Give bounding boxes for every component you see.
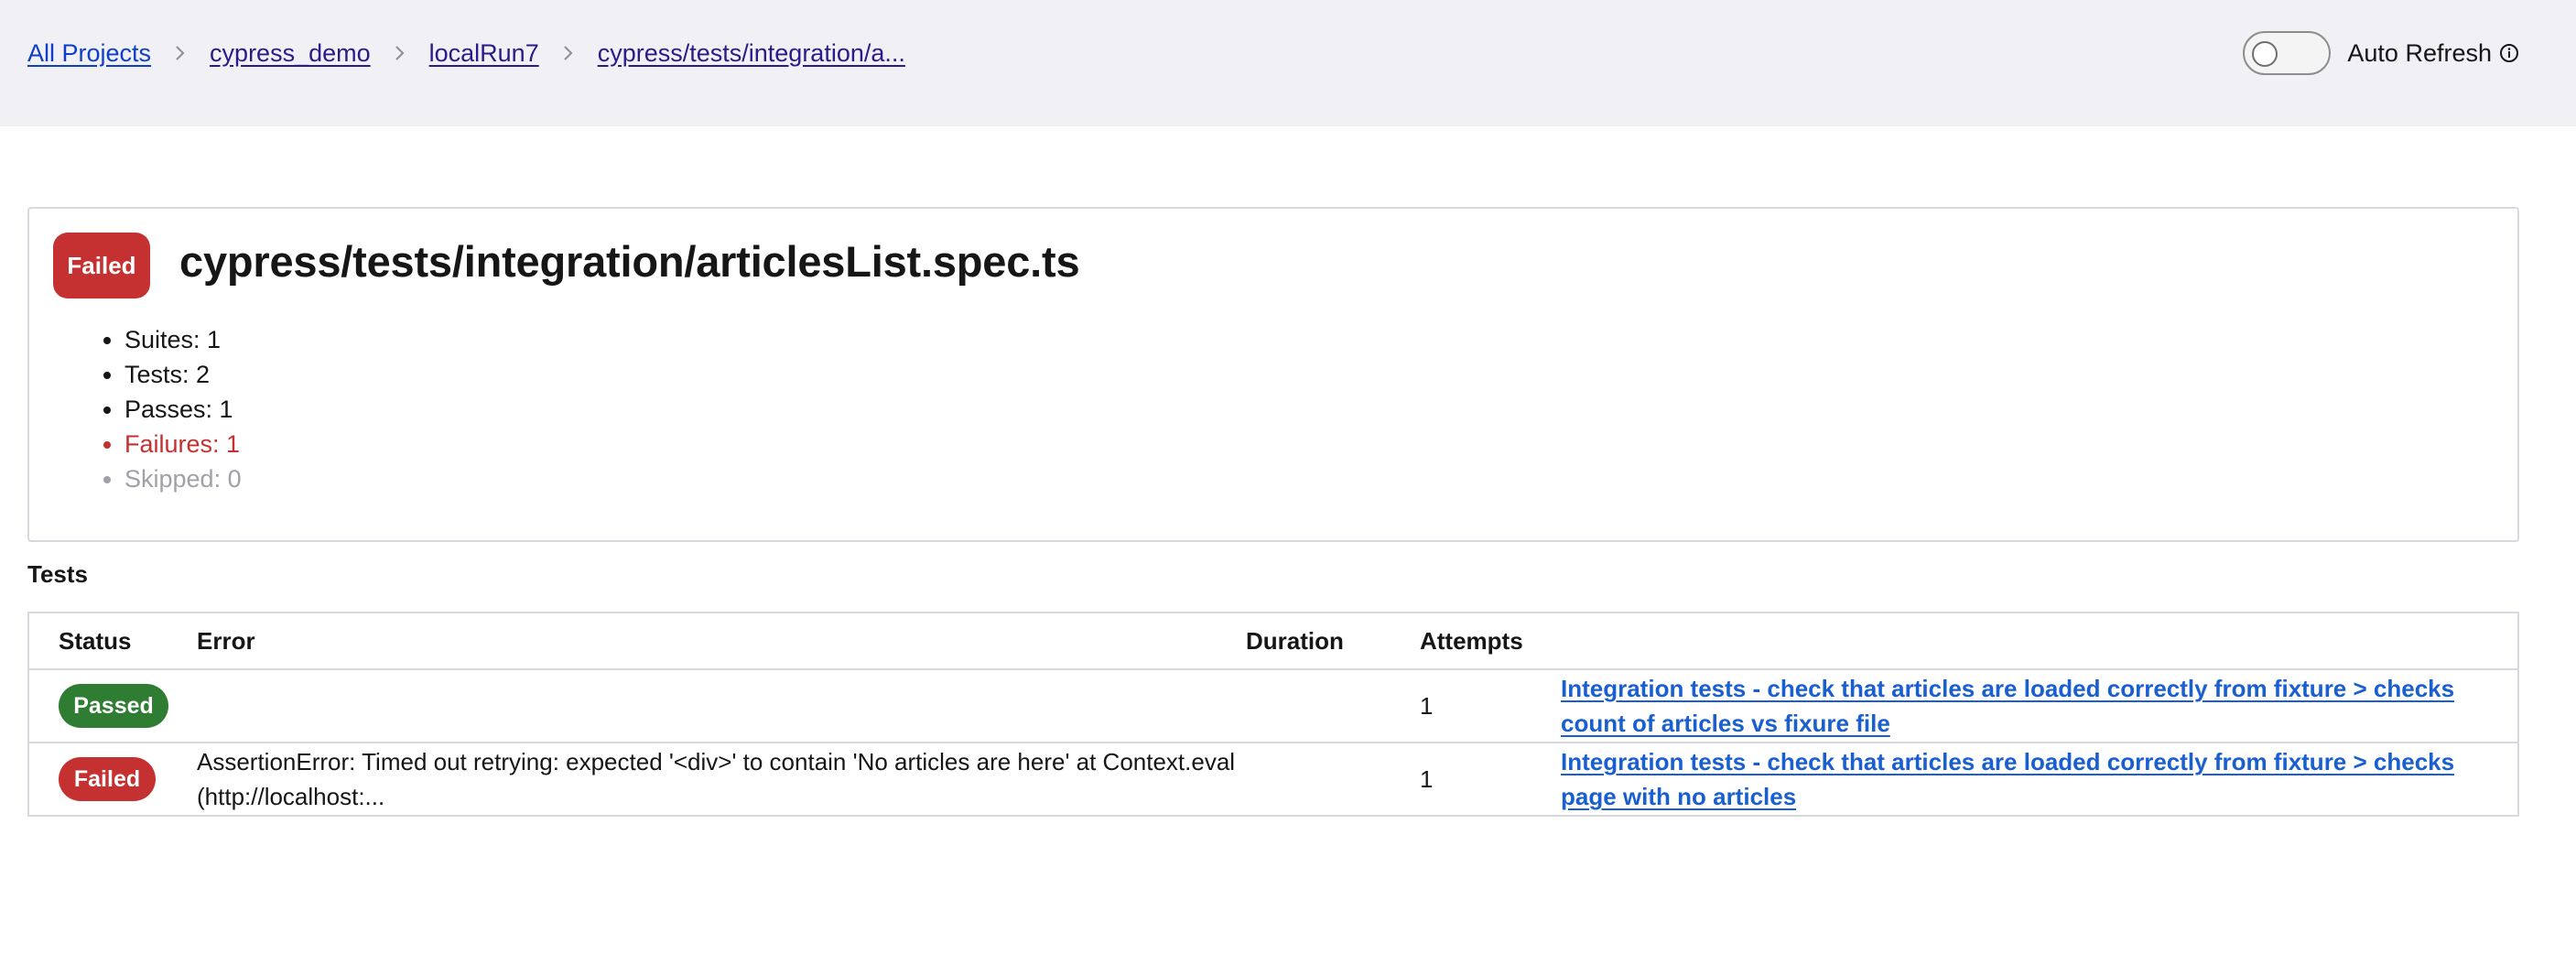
test-title-cell: Integration tests - check that articles … bbox=[1561, 669, 2518, 743]
column-header-status: Status bbox=[59, 626, 132, 655]
attempts-cell: 1 bbox=[1420, 692, 1434, 720]
stat-suites: Suites: 1 bbox=[124, 322, 242, 357]
status-badge-failed: Failed bbox=[59, 757, 156, 801]
auto-refresh-label: Auto Refresh bbox=[2347, 38, 2492, 67]
table-header-row: Status Error Duration Attempts bbox=[28, 613, 2518, 669]
chevron-right-icon bbox=[151, 44, 210, 62]
stat-skipped: Skipped: 0 bbox=[124, 461, 242, 496]
stat-passes: Passes: 1 bbox=[124, 392, 242, 427]
column-header-error: Error bbox=[197, 626, 255, 655]
spec-title: cypress/tests/integration/articlesList.s… bbox=[179, 237, 1080, 286]
chevron-right-icon bbox=[539, 44, 598, 62]
status-cell: Failed bbox=[28, 743, 197, 816]
breadcrumb: All Projects cypress_demo localRun7 cypr… bbox=[27, 35, 905, 71]
attempts-cell: 1 bbox=[1420, 765, 1434, 793]
breadcrumb-project[interactable]: cypress_demo bbox=[210, 39, 371, 68]
spec-status-badge: Failed bbox=[53, 233, 150, 298]
test-title-link[interactable]: Integration tests - check that articles … bbox=[1561, 675, 2454, 737]
spec-summary-card: Failed cypress/tests/integration/article… bbox=[27, 207, 2519, 542]
stat-tests: Tests: 2 bbox=[124, 357, 242, 392]
breadcrumb-spec[interactable]: cypress/tests/integration/a... bbox=[598, 39, 905, 68]
column-header-duration: Duration bbox=[1246, 626, 1344, 655]
breadcrumb-run[interactable]: localRun7 bbox=[429, 39, 539, 68]
status-cell: Passed bbox=[28, 669, 197, 743]
stat-failures: Failures: 1 bbox=[124, 427, 242, 461]
table-row: Failed AssertionError: Timed out retryin… bbox=[28, 743, 2518, 816]
error-cell: AssertionError: Timed out retrying: expe… bbox=[197, 748, 1236, 810]
tests-heading: Tests bbox=[27, 560, 88, 588]
chevron-right-icon bbox=[371, 44, 429, 62]
column-header-title bbox=[1561, 613, 2518, 669]
breadcrumb-all-projects[interactable]: All Projects bbox=[27, 39, 151, 68]
test-title-cell: Integration tests - check that articles … bbox=[1561, 743, 2518, 816]
tests-table: Status Error Duration Attempts Passed 1 … bbox=[27, 612, 2519, 817]
status-badge-passed: Passed bbox=[59, 684, 168, 728]
test-title-link[interactable]: Integration tests - check that articles … bbox=[1561, 748, 2454, 810]
duration-cell bbox=[1246, 669, 1402, 743]
top-bar: All Projects cypress_demo localRun7 cypr… bbox=[0, 0, 2576, 126]
error-cell bbox=[197, 669, 1246, 743]
info-icon[interactable] bbox=[2499, 43, 2519, 63]
auto-refresh-control: Auto Refresh bbox=[2243, 31, 2519, 75]
toggle-knob bbox=[2252, 41, 2278, 67]
table-row: Passed 1 Integration tests - check that … bbox=[28, 669, 2518, 743]
spec-stats-list: Suites: 1 Tests: 2 Passes: 1 Failures: 1… bbox=[124, 322, 242, 496]
column-header-attempts: Attempts bbox=[1420, 626, 1523, 655]
auto-refresh-toggle[interactable] bbox=[2243, 31, 2332, 75]
duration-cell bbox=[1246, 743, 1402, 816]
